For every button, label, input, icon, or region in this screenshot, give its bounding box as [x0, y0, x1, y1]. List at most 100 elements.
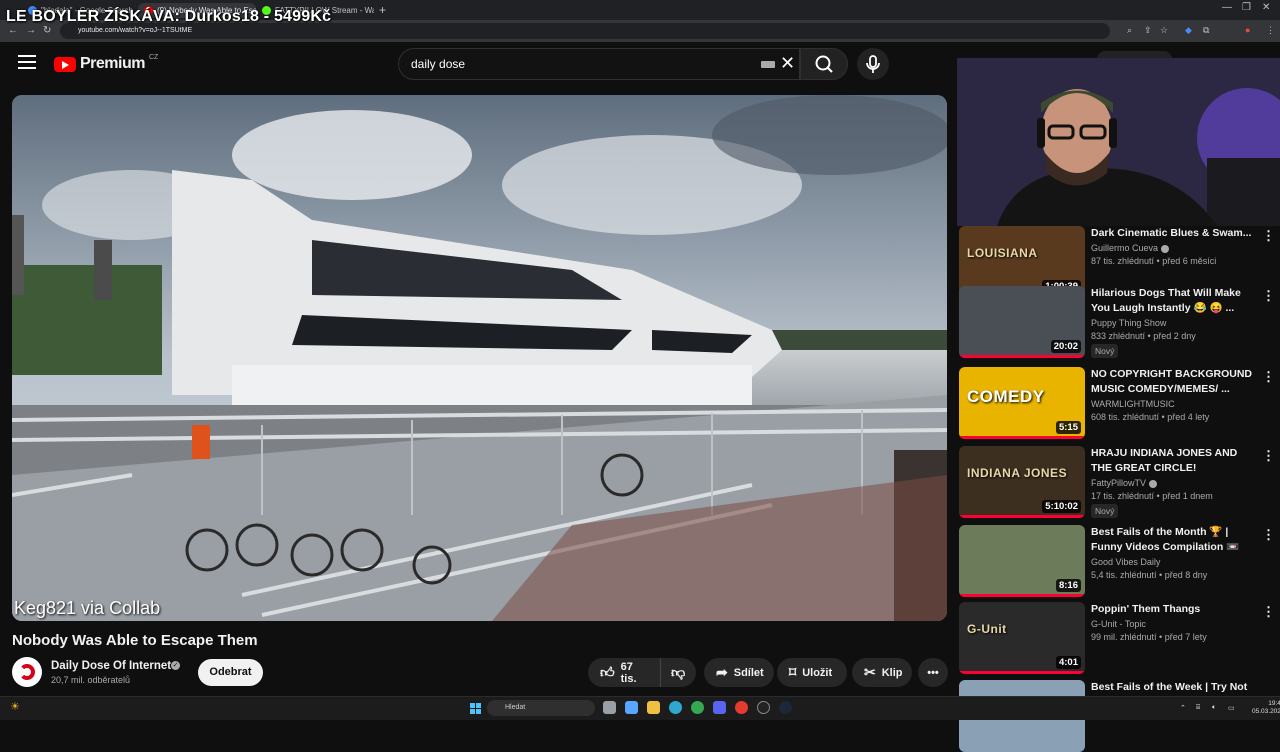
channel-name[interactable]: Guillermo Cueva — [1091, 243, 1261, 253]
more-options-icon[interactable]: ⋮ — [1262, 288, 1275, 304]
video-info: Best Fails of the Week | Try Not — [1091, 680, 1261, 695]
video-thumbnail[interactable]: INDIANA JONES 5:10:02 — [959, 446, 1085, 518]
channel-name[interactable]: WARMLIGHTMUSIC — [1091, 399, 1261, 409]
video-title[interactable]: Best Fails of the Month 🏆 | Funny Videos… — [1091, 525, 1261, 555]
like-button[interactable]: 👍︎ 67 tis. — [588, 658, 660, 687]
search-input[interactable]: daily dose — [398, 48, 800, 80]
share-icon[interactable]: ⇪ — [1144, 25, 1152, 36]
search-button[interactable] — [800, 48, 848, 80]
video-meta: 5,4 tis. zhlédnutí • před 8 dny — [1091, 570, 1208, 580]
extensions-puzzle-icon[interactable]: ⧉ — [1203, 25, 1209, 36]
channel-name[interactable]: Daily Dose Of Internet — [51, 660, 171, 672]
more-actions-button[interactable]: ••• — [918, 658, 948, 687]
video-player[interactable] — [12, 95, 947, 621]
channel-label: Guillermo Cueva — [1091, 243, 1159, 253]
more-options-icon[interactable]: ⋮ — [1262, 228, 1275, 244]
video-duration: 20:02 — [1050, 340, 1081, 353]
clear-search-icon[interactable]: ✕ — [780, 53, 795, 73]
recommended-video[interactable]: 20:02 Hilarious Dogs That Will Make You L… — [959, 286, 1275, 358]
volume-icon[interactable]: 🔈︎ — [1212, 704, 1216, 712]
profile-avatar-icon[interactable]: ● — [1245, 25, 1250, 35]
more-options-icon[interactable]: ⋮ — [1262, 448, 1275, 464]
window-close-icon[interactable]: ✕ — [1262, 2, 1270, 13]
thumbs-up-icon: 👍︎ — [600, 664, 615, 680]
discord-icon[interactable] — [713, 701, 726, 714]
recommended-video[interactable]: INDIANA JONES 5:10:02 HRAJU INDIANA JONES … — [959, 446, 1275, 518]
zoom-icon[interactable]: ⌕ — [1127, 25, 1132, 36]
steam-icon[interactable] — [779, 701, 792, 714]
chrome-icon[interactable] — [691, 701, 704, 714]
thumbnail-text: G-Unit — [967, 622, 1007, 636]
recommended-video[interactable]: COMEDY 5:15 NO COPYRIGHT BACKGROUND MUSIC … — [959, 367, 1275, 439]
new-tab-button[interactable]: + — [379, 3, 386, 17]
clip-button[interactable]: ✂ Klip — [852, 658, 912, 687]
windows-start-icon[interactable] — [470, 703, 481, 714]
save-button[interactable]: ⌑ Uložit — [777, 658, 847, 687]
back-icon[interactable]: ← — [8, 25, 18, 36]
minimize-icon[interactable]: — — [1222, 2, 1232, 13]
channel-name[interactable]: Puppy Thing Show — [1091, 318, 1261, 328]
video-title: Nobody Was Able to Escape Them — [12, 632, 258, 649]
edge-icon[interactable] — [669, 701, 682, 714]
country-code: CZ — [148, 53, 159, 61]
video-meta: 17 tis. zhlédnutí • před 1 dnem — [1091, 491, 1213, 501]
video-title[interactable]: Dark Cinematic Blues & Swam... — [1091, 226, 1261, 241]
channel-name[interactable]: FattyPillowTV — [1091, 478, 1261, 488]
thumbs-down-icon: 👎︎ — [671, 664, 686, 680]
video-info: Best Fails of the Month 🏆 | Funny Videos… — [1091, 525, 1261, 580]
watch-progress-bar — [959, 436, 1085, 439]
recommended-video[interactable]: G-Unit 4:01 Poppin' Them Thangs G-Unit - To… — [959, 602, 1275, 674]
keyboard-icon[interactable] — [761, 61, 775, 68]
browser-menu-icon[interactable]: ⋮ — [1266, 25, 1275, 36]
video-thumbnail[interactable]: 8:16 — [959, 525, 1085, 597]
channel-name[interactable]: G-Unit - Topic — [1091, 619, 1261, 629]
video-title[interactable]: Best Fails of the Week | Try Not — [1091, 680, 1261, 695]
video-duration: 4:01 — [1055, 656, 1081, 669]
obs-icon[interactable] — [757, 701, 770, 714]
reload-icon[interactable]: ↻ — [43, 25, 51, 36]
tray-chevron-icon[interactable]: ⌃ — [1180, 704, 1186, 712]
taskbar-clock[interactable]: 19:4405.03.2026 — [1252, 700, 1280, 716]
recommended-video[interactable]: 8:16 Best Fails of the Month 🏆 | Funny Vi… — [959, 525, 1275, 597]
video-title[interactable]: NO COPYRIGHT BACKGROUND MUSIC COMEDY/MEM… — [1091, 367, 1261, 397]
taskbar-search-input[interactable]: Hledat — [487, 700, 595, 716]
channel-name[interactable]: Good Vibes Daily — [1091, 557, 1261, 567]
voice-search-button[interactable] — [857, 48, 889, 80]
weather-widget-icon[interactable]: ☀ — [10, 700, 20, 713]
clock-time: 19:44 — [1268, 700, 1280, 707]
battery-icon[interactable]: ▭ — [1228, 704, 1235, 712]
like-count: 67 tis. — [620, 660, 637, 685]
subscriber-count: 20,7 mil. odběratelů — [51, 675, 131, 685]
more-options-icon[interactable]: ⋮ — [1262, 369, 1275, 385]
video-title[interactable]: HRAJU INDIANA JONES AND THE GREAT CIRCLE… — [1091, 446, 1261, 476]
file-explorer-icon[interactable] — [647, 701, 660, 714]
video-title[interactable]: Hilarious Dogs That Will Make You Laugh … — [1091, 286, 1261, 316]
video-title[interactable]: Poppin' Them Thangs — [1091, 602, 1261, 617]
save-label: Uložit — [802, 666, 833, 679]
subscribe-button[interactable]: Odebrat — [198, 659, 263, 686]
verified-icon — [1160, 244, 1169, 253]
share-button[interactable]: ➦ Sdílet — [704, 658, 774, 687]
more-options-icon[interactable]: ⋮ — [1262, 604, 1275, 620]
dislike-button[interactable]: 👎︎ — [660, 658, 696, 687]
task-view-icon[interactable] — [603, 701, 616, 714]
network-icon[interactable]: ⌸ — [1196, 704, 1200, 712]
extension-icon[interactable]: ◆ — [1185, 25, 1192, 36]
widgets-icon[interactable] — [625, 701, 638, 714]
forward-icon[interactable]: → — [26, 25, 36, 36]
video-thumbnail[interactable]: 20:02 — [959, 286, 1085, 358]
video-thumbnail[interactable]: COMEDY 5:15 — [959, 367, 1085, 439]
webcam-image — [957, 58, 1280, 226]
streamer-webcam — [957, 58, 1280, 226]
maximize-icon[interactable]: ❐ — [1242, 2, 1251, 13]
video-info: Dark Cinematic Blues & Swam... Guillermo … — [1091, 226, 1261, 266]
hamburger-menu-icon[interactable] — [18, 55, 36, 69]
clip-label: Klip — [881, 666, 903, 679]
clock-date: 05.03.2026 — [1252, 708, 1280, 715]
more-options-icon[interactable]: ⋮ — [1262, 527, 1275, 543]
video-thumbnail[interactable]: G-Unit 4:01 — [959, 602, 1085, 674]
bookmark-star-icon[interactable]: ☆ — [1160, 25, 1168, 36]
youtube-premium-logo[interactable]: Premium CZ — [54, 53, 159, 73]
app-red-icon[interactable] — [735, 701, 748, 714]
channel-avatar[interactable] — [12, 657, 42, 687]
